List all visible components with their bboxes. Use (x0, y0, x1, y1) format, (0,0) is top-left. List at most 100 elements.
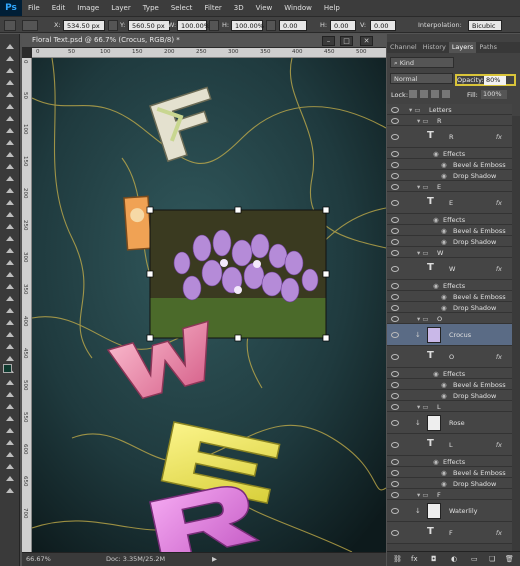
tab-channel[interactable]: Channel (387, 42, 420, 53)
zoom-level[interactable]: 66.67% (26, 553, 51, 566)
width-field[interactable]: 100.00% (177, 20, 210, 31)
layer-row[interactable]: ▾ ▭ R (387, 115, 512, 126)
tool-button[interactable] (4, 162, 16, 172)
tool-button[interactable] (4, 66, 16, 76)
tool-button[interactable] (4, 474, 16, 484)
tool-button[interactable] (4, 282, 16, 292)
tool-button[interactable] (4, 270, 16, 280)
tool-button[interactable] (4, 426, 16, 436)
hskew-field[interactable]: 0.00 (330, 20, 356, 31)
visibility-eye-icon[interactable] (391, 117, 399, 124)
effect-eye-icon[interactable]: ◉ (441, 293, 447, 301)
interpolation-select[interactable]: Bicubic (468, 20, 502, 31)
visibility-eye-icon[interactable] (391, 227, 399, 234)
tool-button[interactable] (4, 90, 16, 100)
layer-row[interactable]: ◉ Drop Shadow (387, 390, 512, 401)
layer-row[interactable]: ↓ Rose (387, 412, 512, 434)
layer-row[interactable]: ◉ Drop Shadow (387, 478, 512, 489)
layer-row[interactable]: ◉ Drop Shadow (387, 236, 512, 247)
tool-button[interactable] (4, 78, 16, 88)
lock-icons[interactable] (409, 90, 459, 99)
tool-button[interactable] (4, 234, 16, 244)
effects-eye-icon[interactable]: ◉ (433, 216, 439, 224)
layer-row[interactable]: ◉ Bevel & Emboss (387, 379, 512, 390)
menu-item[interactable]: Type (137, 0, 165, 16)
y-position-field[interactable]: 560.50 px (128, 20, 170, 31)
tool-button[interactable] (4, 210, 16, 220)
menu-item[interactable]: Help (318, 0, 346, 16)
height-field[interactable]: 100.00% (231, 20, 264, 31)
visibility-eye-icon[interactable] (391, 216, 399, 223)
visibility-eye-icon[interactable] (391, 480, 399, 487)
tool-button[interactable] (4, 42, 16, 52)
tool-button[interactable] (4, 114, 16, 124)
tool-button[interactable] (4, 438, 16, 448)
folder-icon[interactable]: ▾ ▭ (417, 315, 428, 323)
tool-button[interactable] (4, 54, 16, 64)
layer-row[interactable]: ◉ Bevel & Emboss (387, 159, 512, 170)
effects-eye-icon[interactable]: ◉ (433, 150, 439, 158)
adjustment-icon[interactable]: ◐ (451, 555, 457, 563)
tab-history[interactable]: History (420, 42, 449, 53)
layer-row[interactable]: ▾ ▭ L (387, 401, 512, 412)
tool-button[interactable] (4, 294, 16, 304)
fx-icon[interactable]: fx (496, 133, 502, 141)
effect-eye-icon[interactable]: ◉ (441, 172, 447, 180)
link-icon[interactable] (108, 20, 118, 31)
folder-icon[interactable]: ▾ ▭ (417, 183, 428, 191)
foreground-color-swatch[interactable] (3, 364, 12, 373)
visibility-eye-icon[interactable] (391, 266, 399, 272)
visibility-eye-icon[interactable] (391, 508, 399, 514)
maximize-button[interactable]: □ (340, 36, 353, 46)
layer-row[interactable]: ◉ Bevel & Emboss (387, 291, 512, 302)
visibility-eye-icon[interactable] (391, 491, 399, 498)
menu-item[interactable]: Edit (46, 0, 72, 16)
layer-row[interactable]: Tfx E (387, 192, 512, 214)
folder-icon[interactable]: ▾ ▭ (417, 249, 428, 257)
tab-layers[interactable]: Layers (448, 42, 477, 53)
panel-scrollbar[interactable] (512, 116, 520, 551)
fx-icon[interactable]: fx (496, 441, 502, 449)
chain-icon[interactable] (209, 20, 219, 31)
doc-size[interactable]: Doc: 3.35M/25.2M (106, 553, 165, 566)
layer-row[interactable]: Tfx F (387, 522, 512, 544)
tool-button[interactable] (4, 174, 16, 184)
canvas[interactable] (32, 58, 386, 552)
layer-row[interactable]: ▾ ▭ F (387, 489, 512, 500)
kind-filter[interactable]: ⌕ Kind (390, 57, 454, 68)
vskew-field[interactable]: 0.00 (370, 20, 396, 31)
fill-field[interactable]: 100% (481, 90, 507, 99)
visibility-eye-icon[interactable] (391, 304, 399, 311)
x-position-field[interactable]: 534.50 px (63, 20, 105, 31)
menu-item[interactable]: Layer (105, 0, 137, 16)
visibility-eye-icon[interactable] (391, 332, 399, 338)
menu-item[interactable]: File (22, 0, 46, 16)
tool-button[interactable] (4, 414, 16, 424)
tool-button[interactable] (4, 102, 16, 112)
tool-button[interactable] (4, 402, 16, 412)
visibility-eye-icon[interactable] (391, 420, 399, 426)
tool-button[interactable] (4, 342, 16, 352)
fx-icon[interactable]: fx (496, 199, 502, 207)
layer-row[interactable]: Tfx R (387, 126, 512, 148)
effect-eye-icon[interactable]: ◉ (441, 227, 447, 235)
link-layers-icon[interactable]: ⛓ (393, 555, 402, 563)
minimize-button[interactable]: – (322, 36, 335, 46)
visibility-eye-icon[interactable] (391, 370, 399, 377)
tool-button[interactable] (4, 222, 16, 232)
layer-row[interactable]: Tfx L (387, 434, 512, 456)
folder-icon[interactable]: ▾ ▭ (409, 106, 420, 114)
layer-row[interactable]: ↓ Waterlily (387, 500, 512, 522)
layer-row[interactable]: ◉ Effects (387, 456, 512, 467)
layer-row[interactable]: ▾ ▭ W (387, 247, 512, 258)
tab-paths[interactable]: Paths (476, 42, 500, 53)
visibility-eye-icon[interactable] (391, 315, 399, 322)
effects-eye-icon[interactable]: ◉ (433, 458, 439, 466)
tool-button[interactable] (4, 450, 16, 460)
effect-eye-icon[interactable]: ◉ (441, 238, 447, 246)
visibility-eye-icon[interactable] (391, 293, 399, 300)
transform-tool-icon[interactable] (4, 20, 16, 31)
effect-eye-icon[interactable]: ◉ (441, 469, 447, 477)
tool-button[interactable] (4, 306, 16, 316)
fx-icon[interactable]: fx (496, 353, 502, 361)
